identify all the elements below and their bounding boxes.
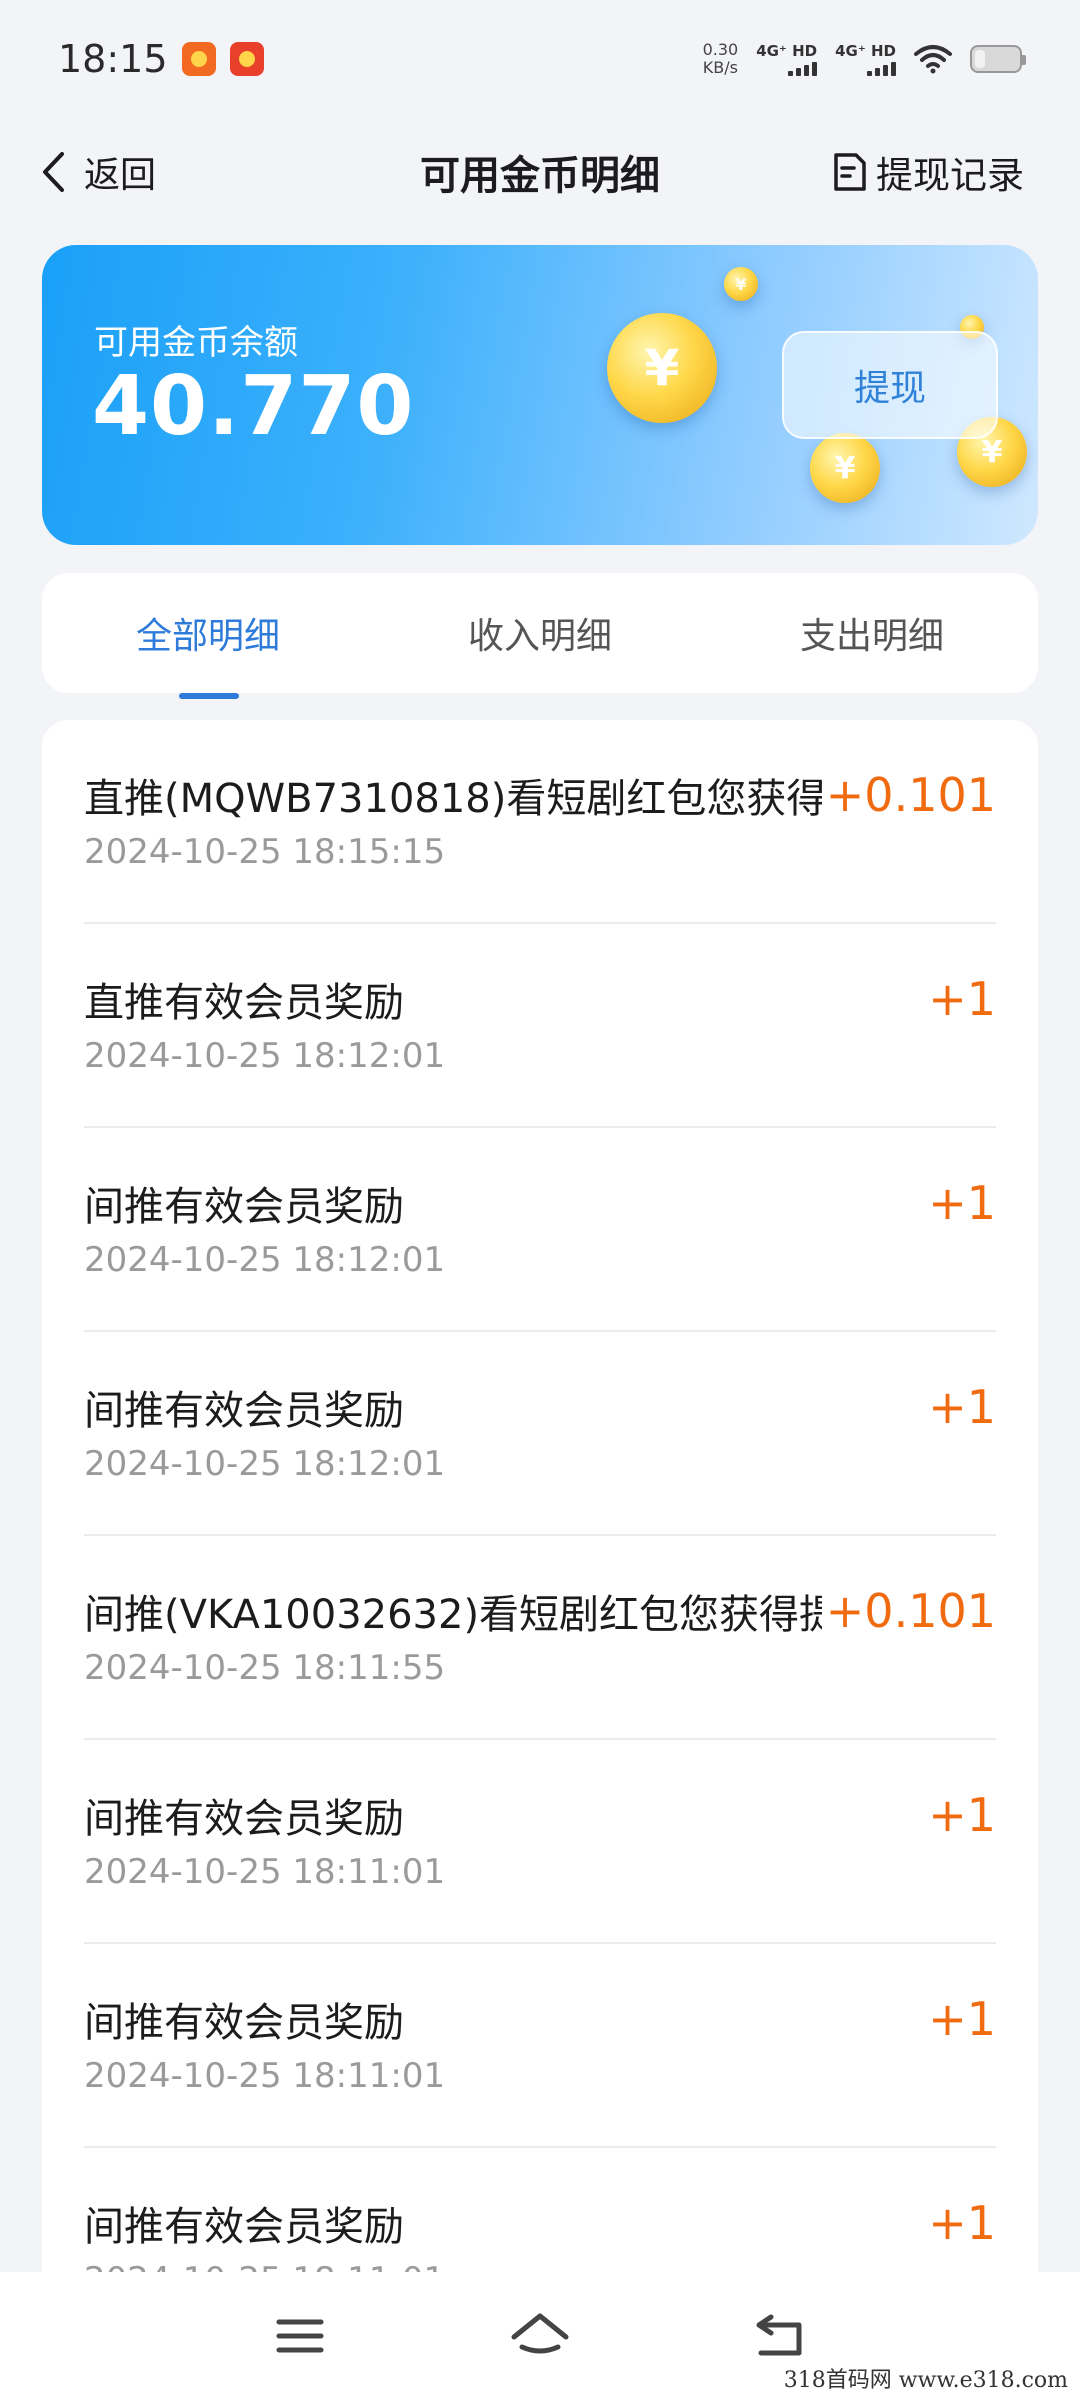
record-time: 2024-10-25 18:11:01 — [84, 2056, 446, 2096]
record-time: 2024-10-25 18:12:01 — [84, 1444, 446, 1484]
record-amount: +0.101 — [821, 1584, 996, 1638]
status-time: 18:15 — [58, 37, 168, 81]
record-title: 直推有效会员奖励 — [84, 980, 404, 1026]
menu-icon — [276, 2319, 324, 2353]
status-bar: 18:15 0.30 KB/s 4G⁺ HD 4G⁺ HD — [0, 0, 1080, 118]
tab-income-details[interactable]: 收入明细 — [374, 573, 706, 693]
tab-bar: 全部明细 收入明细 支出明细 — [42, 573, 1038, 693]
record-amount: +1 — [924, 1380, 996, 1434]
record-title: 间推有效会员奖励 — [84, 1388, 404, 1434]
tab-all-details[interactable]: 全部明细 — [42, 573, 374, 693]
record-amount: +1 — [924, 2196, 996, 2250]
list-item[interactable]: 间推有效会员奖励 2024-10-25 18:11:01 +1 — [84, 1740, 996, 1944]
record-title: 间推有效会员奖励 — [84, 1184, 404, 1230]
back-button[interactable]: 返回 — [40, 146, 156, 198]
coin-icon: ¥ — [724, 267, 758, 301]
record-title: 直推(MQWB7310818)看短剧红包您获得 — [84, 776, 827, 822]
withdraw-record-label: 提现记录 — [876, 154, 1024, 197]
record-time: 2024-10-25 18:11:55 — [84, 1648, 446, 1688]
list-item[interactable]: 间推有效会员奖励 2024-10-25 18:11:01 +1 — [84, 2148, 996, 2280]
record-title: 间推有效会员奖励 — [84, 2204, 404, 2250]
list-item[interactable]: 间推有效会员奖励 2024-10-25 18:11:01 +1 — [84, 1944, 996, 2148]
record-time: 2024-10-25 18:12:01 — [84, 1036, 446, 1076]
balance-value: 40.770 — [92, 359, 415, 454]
balance-card: 可用金币余额 40.770 ¥ ¥ ¥ ¥ 提现 — [42, 245, 1038, 545]
signal-indicator-1: 4G⁺ HD — [756, 42, 818, 76]
tab-expense-details[interactable]: 支出明细 — [706, 573, 1038, 693]
coin-icon: ¥ — [810, 433, 880, 503]
notification-app-icon — [181, 42, 216, 76]
record-amount: +1 — [924, 972, 996, 1026]
withdraw-button[interactable]: 提现 — [782, 331, 998, 439]
record-amount: +1 — [924, 1176, 996, 1230]
header: 返回 可用金币明细 提现记录 — [0, 120, 1080, 224]
record-time: 2024-10-25 18:11:01 — [84, 1852, 446, 1892]
balance-label: 可用金币余额 — [94, 323, 298, 363]
record-title: 间推(VKA10032632)看短剧红包您获得提 — [84, 1592, 840, 1638]
record-list-icon — [834, 153, 866, 191]
back-label: 返回 — [84, 155, 157, 196]
home-icon — [511, 2313, 569, 2354]
record-amount: +1 — [924, 1992, 996, 2046]
record-amount: +0.101 — [821, 768, 996, 822]
menu-button[interactable] — [260, 2296, 340, 2376]
record-amount: +1 — [924, 1788, 996, 1842]
chevron-left-icon — [43, 152, 64, 192]
records-list: 直推(MQWB7310818)看短剧红包您获得 2024-10-25 18:15… — [42, 720, 1038, 2280]
signal-indicator-2: 4G⁺ HD — [835, 42, 896, 76]
record-title: 间推有效会员奖励 — [84, 2000, 404, 2046]
withdraw-record-button[interactable]: 提现记录 — [832, 145, 1024, 199]
signal-bars-icon — [867, 60, 896, 76]
watermark: 318首码网 www.e318.com — [783, 2368, 1068, 2393]
record-time: 2024-10-25 18:15:15 — [84, 832, 446, 872]
signal-bars-icon — [788, 60, 818, 76]
list-item[interactable]: 间推有效会员奖励 2024-10-25 18:12:01 +1 — [84, 1332, 996, 1536]
network-speed: 0.30 KB/s — [702, 40, 739, 77]
list-item[interactable]: 间推有效会员奖励 2024-10-25 18:12:01 +1 — [84, 1128, 996, 1332]
list-item[interactable]: 直推(MQWB7310818)看短剧红包您获得 2024-10-25 18:15… — [84, 720, 996, 924]
active-tab-indicator — [179, 693, 239, 699]
coin-icon: ¥ — [607, 313, 717, 423]
record-title: 间推有效会员奖励 — [84, 1796, 404, 1842]
back-arrow-icon — [756, 2314, 802, 2356]
record-time: 2024-10-25 18:12:01 — [84, 1240, 446, 1280]
home-button[interactable] — [500, 2296, 580, 2376]
wifi-icon — [914, 45, 952, 74]
battery-icon — [970, 45, 1026, 73]
list-item[interactable]: 直推有效会员奖励 2024-10-25 18:12:01 +1 — [84, 924, 996, 1128]
list-item[interactable]: 间推(VKA10032632)看短剧红包您获得提 2024-10-25 18:1… — [84, 1536, 996, 1740]
notification-app-icon — [229, 42, 264, 76]
